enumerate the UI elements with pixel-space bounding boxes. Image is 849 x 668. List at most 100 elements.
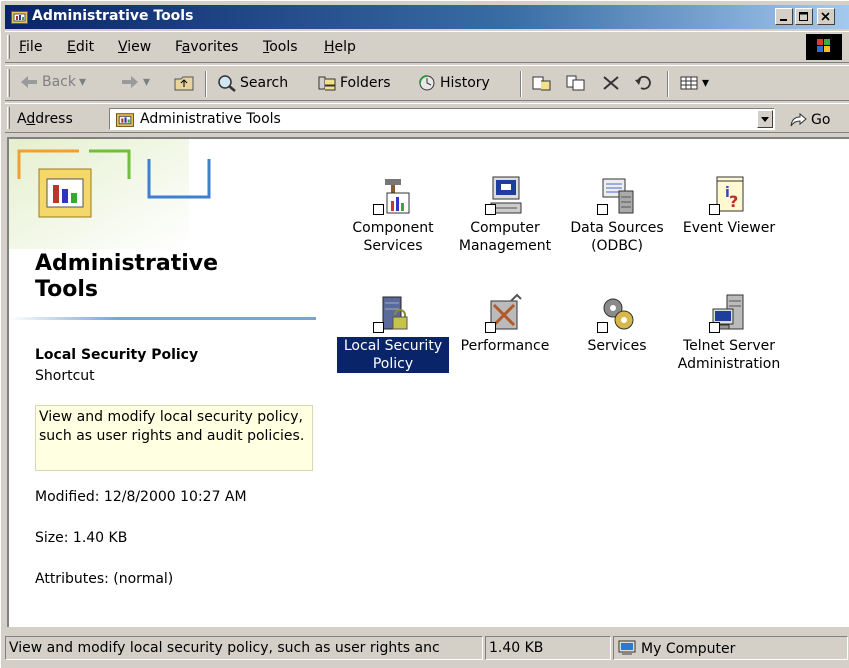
close-button[interactable]: [817, 8, 835, 25]
maximize-button[interactable]: [795, 8, 813, 25]
file-size: Size: 1.40 KB: [35, 530, 128, 546]
selected-item-description: View and modify local security policy, s…: [35, 405, 313, 471]
search-icon: [218, 75, 236, 92]
toolbar-separator: [205, 71, 207, 97]
go-arrow-icon: [790, 112, 807, 127]
svg-text:?: ?: [729, 192, 738, 211]
menu-bar: File Edit View Favorites Tools Help: [5, 31, 849, 63]
icon-event-viewer[interactable]: i ? Event Viewer: [673, 175, 785, 237]
folder-heading: Administrative Tools: [35, 251, 218, 303]
selected-item-type: Shortcut: [35, 368, 95, 384]
move-to-icon: [532, 76, 551, 91]
close-icon: [821, 12, 830, 21]
toolbar-separator: [520, 71, 522, 97]
toolbar-grip[interactable]: [7, 69, 10, 97]
standard-toolbar: Back ▾ ▾ Search Folders History ▾: [5, 65, 849, 101]
icon-label: Component Services: [352, 220, 434, 254]
toolbar-separator: [667, 71, 669, 97]
shortcut-arrow-icon: [485, 204, 496, 215]
back-arrow-icon: [21, 76, 37, 88]
icon-computer-management[interactable]: Computer Management: [449, 175, 561, 255]
shortcut-arrow-icon: [709, 322, 720, 333]
address-grip[interactable]: [7, 107, 10, 129]
history-button[interactable]: History: [417, 74, 490, 92]
shortcut-arrow-icon: [485, 322, 496, 333]
windows-logo: [806, 34, 842, 60]
search-label: Search: [240, 75, 289, 91]
address-dropdown-button[interactable]: [757, 110, 773, 128]
folders-label: Folders: [340, 75, 391, 91]
views-dropdown-icon[interactable]: ▾: [702, 75, 709, 91]
back-button[interactable]: Back ▾: [19, 74, 86, 90]
menu-tools[interactable]: Tools: [263, 39, 298, 55]
address-bar: Address Administrative Tools Go: [5, 103, 849, 133]
icon-data-sources[interactable]: Data Sources (ODBC): [561, 175, 673, 255]
views-icon: [680, 76, 698, 90]
up-folder-button[interactable]: [173, 74, 195, 92]
title-bar[interactable]: Administrative Tools: [5, 5, 849, 29]
go-label: Go: [811, 112, 831, 128]
views-button[interactable]: ▾: [679, 74, 709, 92]
icon-component-services[interactable]: Component Services: [337, 175, 449, 255]
menu-favorites[interactable]: Favorites: [175, 39, 238, 55]
icon-label: Computer Management: [458, 220, 552, 254]
back-dropdown-icon[interactable]: ▾: [79, 74, 86, 90]
forward-arrow-icon: [122, 76, 138, 88]
file-attributes: Attributes: (normal): [35, 571, 174, 587]
history-label: History: [440, 75, 490, 91]
admin-tools-icon: [116, 113, 134, 127]
up-folder-icon: [174, 76, 194, 91]
shortcut-arrow-icon: [709, 204, 720, 215]
minimize-icon: [780, 19, 787, 21]
modified-date: Modified: 12/8/2000 10:27 AM: [35, 489, 247, 505]
status-size: 1.40 KB: [485, 636, 611, 660]
forward-button[interactable]: ▾: [120, 74, 150, 90]
icon-label: Data Sources (ODBC): [570, 220, 664, 254]
heading-rule: [9, 317, 316, 320]
shortcut-arrow-icon: [373, 204, 384, 215]
web-view-info-pane: Administrative Tools Local Security Poli…: [9, 139, 329, 627]
shortcut-arrow-icon: [597, 204, 608, 215]
icon-performance[interactable]: Performance: [449, 293, 561, 355]
maximize-icon: [799, 12, 808, 21]
folder-heading-line2: Tools: [35, 277, 98, 302]
folders-button[interactable]: Folders: [317, 74, 391, 92]
status-text: View and modify local security policy, s…: [5, 636, 483, 660]
folder-view[interactable]: Administrative Tools Local Security Poli…: [7, 137, 849, 627]
address-value: Administrative Tools: [140, 111, 281, 127]
copy-to-button[interactable]: [565, 74, 587, 92]
icon-label: Services: [587, 338, 647, 354]
menu-file[interactable]: File: [19, 39, 42, 55]
minimize-button[interactable]: [775, 8, 793, 25]
my-computer-icon: [618, 640, 636, 655]
address-label: Address: [17, 111, 73, 127]
selected-item-name: Local Security Policy: [35, 347, 199, 363]
icon-label: Local Security Policy: [337, 337, 449, 373]
window-title: Administrative Tools: [32, 8, 194, 24]
go-button[interactable]: Go: [788, 111, 830, 129]
icon-local-security-policy[interactable]: Local Security Policy: [337, 293, 449, 373]
icon-label: Telnet Server Administration: [677, 338, 781, 372]
delete-button[interactable]: [601, 74, 621, 92]
search-button[interactable]: Search: [217, 74, 288, 92]
shortcut-arrow-icon: [597, 322, 608, 333]
address-field[interactable]: Administrative Tools: [109, 108, 775, 130]
undo-button[interactable]: [633, 74, 653, 92]
undo-icon: [635, 75, 651, 90]
icon-telnet-server[interactable]: Telnet Server Administration: [673, 293, 785, 373]
menu-view[interactable]: View: [118, 39, 151, 55]
move-to-button[interactable]: [531, 74, 553, 92]
forward-dropdown-icon[interactable]: ▾: [143, 74, 150, 90]
explorer-window: Administrative Tools File Edit View Favo…: [0, 0, 849, 668]
icon-label: Performance: [460, 338, 550, 354]
menu-edit[interactable]: Edit: [67, 39, 94, 55]
status-zone: My Computer: [613, 636, 848, 660]
menu-grip[interactable]: [7, 35, 10, 59]
icon-label: Event Viewer: [682, 220, 776, 236]
shortcut-arrow-icon: [373, 322, 384, 333]
history-icon: [419, 75, 435, 91]
menu-help[interactable]: Help: [324, 39, 356, 55]
icon-services[interactable]: Services: [561, 293, 673, 355]
status-bar: View and modify local security policy, s…: [5, 633, 849, 668]
folders-icon: [318, 76, 336, 91]
